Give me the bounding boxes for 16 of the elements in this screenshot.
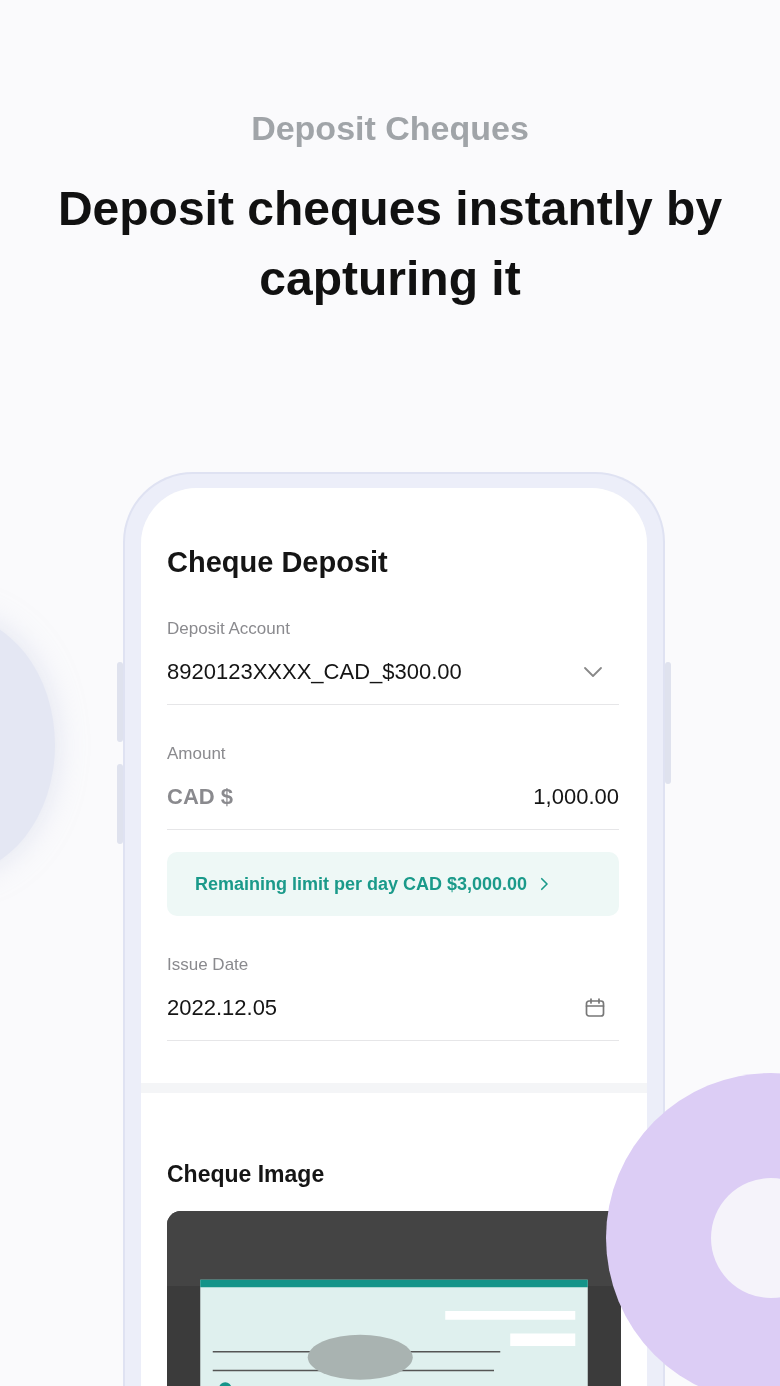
page-subtitle: Deposit Cheques xyxy=(251,108,529,149)
account-dropdown[interactable]: 8920123XXXX_CAD_$300.00 xyxy=(167,658,619,686)
page-headline: Deposit cheques instantly by capturing it xyxy=(56,181,724,307)
amount-field[interactable]: CAD $ 1,000.00 xyxy=(167,783,619,811)
calendar-icon xyxy=(583,996,607,1020)
screen-title: Cheque Deposit xyxy=(167,545,389,580)
date-field[interactable]: 2022.12.05 xyxy=(167,994,619,1022)
section-title: Cheque Image xyxy=(167,1160,326,1189)
currency-prefix: CAD $ xyxy=(167,783,233,811)
amount-value: 1,000.00 xyxy=(533,783,619,811)
account-value: 8920123XXXX_CAD_$300.00 xyxy=(167,658,462,686)
date-value: 2022.12.05 xyxy=(167,994,278,1022)
field-label: Issue Date xyxy=(167,954,250,976)
field-label: Amount xyxy=(167,743,227,765)
field-label: Deposit Account xyxy=(167,618,291,640)
limit-text: Remaining limit per day CAD $3,000.00 xyxy=(195,873,528,895)
